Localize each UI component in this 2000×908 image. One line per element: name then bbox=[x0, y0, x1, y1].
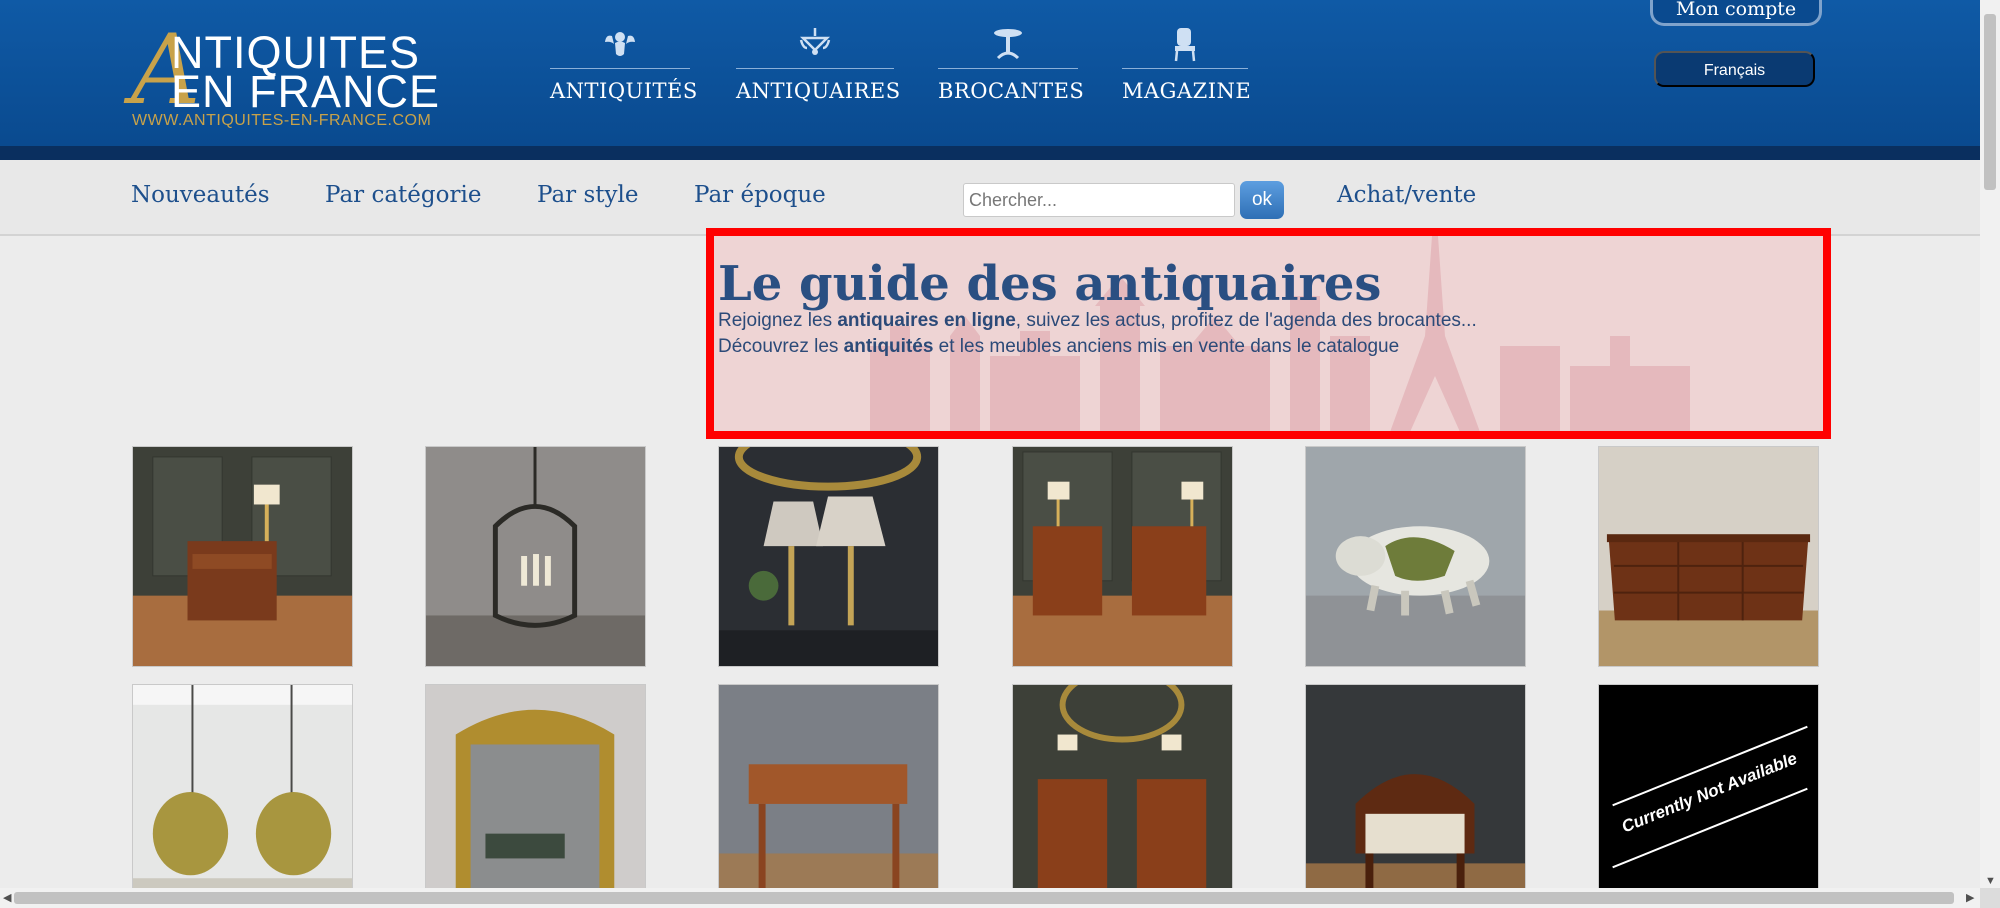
nav-antiquites[interactable]: ANTIQUITÉS bbox=[550, 24, 698, 114]
language-selector[interactable]: Français bbox=[1654, 51, 1815, 87]
scroll-left-arrow-icon[interactable]: ◀ bbox=[3, 893, 11, 904]
product-image-lantern-chandelier bbox=[426, 447, 645, 666]
intro-line-2-pre: Découvrez les bbox=[718, 336, 844, 357]
cherub-icon bbox=[605, 32, 635, 56]
intro-line-2-post: et les meubles anciens mis en vente dans… bbox=[933, 336, 1400, 357]
product-image-night-table bbox=[133, 447, 352, 666]
logo-line-2: EN FRANCE bbox=[171, 66, 441, 117]
link-par-style[interactable]: Par style bbox=[537, 182, 638, 208]
vertical-scroll-thumb[interactable] bbox=[1984, 14, 1996, 190]
site-header: A NTIQUITES EN FRANCE WWW.ANTIQUITES-EN-… bbox=[0, 0, 1980, 160]
logo-url: WWW.ANTIQUITES-EN-FRANCE.COM bbox=[132, 112, 432, 129]
scroll-down-arrow-icon[interactable]: ▼ bbox=[1985, 876, 1996, 887]
product-tile[interactable] bbox=[1305, 684, 1526, 905]
product-tile[interactable] bbox=[1012, 684, 1233, 905]
product-tile[interactable] bbox=[718, 446, 939, 667]
product-tile[interactable] bbox=[1012, 446, 1233, 667]
nav-label: ANTIQUITÉS bbox=[550, 79, 698, 103]
product-image-gilded-mirror bbox=[426, 685, 645, 904]
intro-line-1-pre: Rejoignez les bbox=[718, 310, 838, 331]
vertical-scrollbar[interactable]: ▼ bbox=[1980, 0, 2000, 893]
product-tile-not-available[interactable]: Currently Not Available bbox=[1598, 684, 1819, 905]
product-tile[interactable] bbox=[1598, 446, 1819, 667]
nav-label: BROCANTES bbox=[938, 79, 1085, 103]
product-tile[interactable] bbox=[425, 684, 646, 905]
nav-brocantes[interactable]: BROCANTES bbox=[938, 24, 1085, 114]
nav-magazine[interactable]: MAGAZINE bbox=[1122, 24, 1252, 114]
product-tile[interactable] bbox=[132, 446, 353, 667]
intro-line-1: Rejoignez les antiquaires en ligne, suiv… bbox=[718, 310, 1477, 332]
product-image-ceramic-bull bbox=[1306, 447, 1525, 666]
chandelier-icon bbox=[799, 28, 831, 55]
scrollbar-corner bbox=[1980, 888, 2000, 908]
category-bar: Nouveautés Par catégorie Par style Par é… bbox=[0, 160, 1980, 236]
link-achat-vente[interactable]: Achat/vente bbox=[1337, 182, 1476, 208]
armchair-icon bbox=[1174, 28, 1196, 62]
search-ok-button[interactable]: ok bbox=[1240, 181, 1284, 219]
link-nouveautes[interactable]: Nouveautés bbox=[131, 182, 270, 208]
product-image-pair-of-bedside-tables bbox=[1013, 447, 1232, 666]
intro-line-1-link[interactable]: antiquaires en ligne bbox=[837, 310, 1015, 331]
link-par-categorie[interactable]: Par catégorie bbox=[325, 182, 481, 208]
page-title: Le guide des antiquaires bbox=[718, 256, 1382, 312]
pedestal-table-icon bbox=[994, 29, 1022, 60]
nav-label: ANTIQUAIRES bbox=[736, 79, 901, 103]
nav-antiquaires[interactable]: ANTIQUAIRES bbox=[736, 24, 901, 114]
search-input[interactable] bbox=[963, 183, 1235, 217]
horizontal-scroll-thumb[interactable] bbox=[14, 892, 1954, 904]
intro-line-2: Découvrez les antiquités et les meubles … bbox=[718, 336, 1399, 358]
horizontal-scrollbar[interactable]: ◀ ▶ bbox=[0, 888, 1980, 908]
product-image-pair-of-lamps bbox=[719, 447, 938, 666]
scroll-right-arrow-icon[interactable]: ▶ bbox=[1966, 893, 1974, 904]
product-tile[interactable] bbox=[132, 684, 353, 905]
product-tile[interactable] bbox=[718, 684, 939, 905]
product-image-pair-of-side-tables bbox=[1013, 685, 1232, 904]
account-link[interactable]: Mon compte bbox=[1650, 0, 1822, 26]
site-logo[interactable]: A NTIQUITES EN FRANCE WWW.ANTIQUITES-EN-… bbox=[131, 22, 451, 130]
intro-line-1-post: , suivez les actus, profitez de l'agenda… bbox=[1015, 310, 1477, 331]
product-image-writing-desk bbox=[719, 685, 938, 904]
product-tile[interactable] bbox=[1305, 446, 1526, 667]
product-image-office-armchair bbox=[1306, 685, 1525, 904]
product-image-pair-of-pendant-lights bbox=[133, 685, 352, 904]
product-tile[interactable] bbox=[425, 446, 646, 667]
link-par-epoque[interactable]: Par époque bbox=[694, 182, 826, 208]
nav-label: MAGAZINE bbox=[1122, 79, 1252, 103]
product-image-commode bbox=[1599, 447, 1818, 666]
intro-line-2-link[interactable]: antiquités bbox=[844, 336, 934, 357]
